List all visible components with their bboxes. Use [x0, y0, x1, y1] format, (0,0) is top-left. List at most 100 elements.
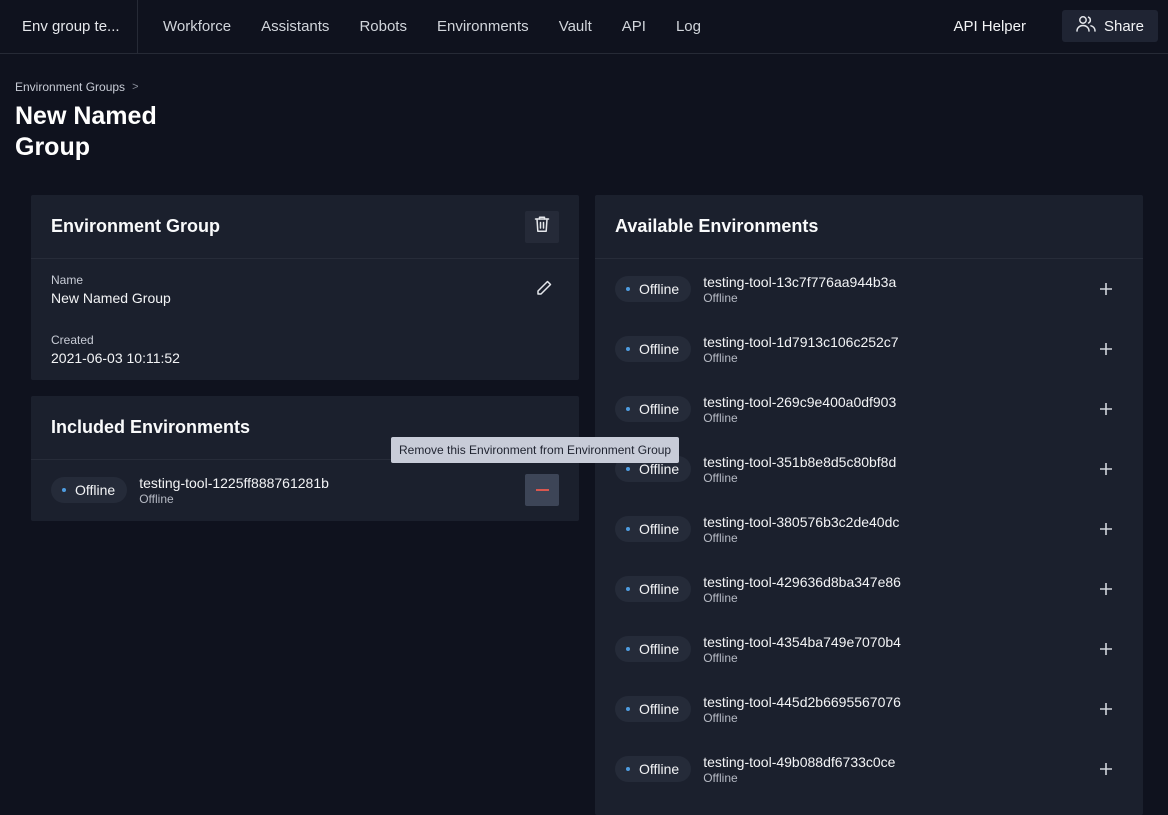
available-env-row: Offline testing-tool-4354ba749e7070b4 Of… [595, 619, 1143, 679]
env-name: testing-tool-445d2b6695567076 [703, 693, 901, 710]
nav-item-environments[interactable]: Environments [437, 18, 529, 35]
plus-icon [1097, 283, 1115, 302]
add-environment-button[interactable] [1097, 340, 1115, 358]
env-info: testing-tool-269c9e400a0df903 Offline [703, 394, 896, 425]
status-dot-icon [62, 488, 66, 492]
env-substatus: Offline [139, 491, 174, 506]
card-header: Available Environments [595, 195, 1143, 259]
nav-item-api[interactable]: API [622, 18, 646, 35]
included-env-row: Offline testing-tool-1225ff888761281b Of… [31, 460, 579, 520]
env-name: testing-tool-49b088df6733c0ce [703, 753, 896, 770]
env-info: testing-tool-445d2b6695567076 Offline [703, 694, 901, 725]
add-environment-button[interactable] [1097, 580, 1115, 598]
card-title: Included Environments [51, 417, 251, 437]
plus-icon [1097, 403, 1115, 422]
created-label: Created [51, 333, 94, 347]
status-dot-icon [626, 287, 630, 291]
env-info: testing-tool-429636d8ba347e86 Offline [703, 574, 901, 605]
add-environment-button[interactable] [1097, 520, 1115, 538]
available-env-row: Offline testing-tool-269c9e400a0df903 Of… [595, 379, 1143, 439]
env-name: testing-tool-1225ff888761281b [139, 474, 329, 491]
environment-group-card: Environment Group Name New Named Group C… [31, 195, 579, 380]
env-info: testing-tool-351b8e8d5c80bf8d Offline [703, 454, 896, 485]
available-env-row: Offline testing-tool-380576b3c2de40dc Of… [595, 499, 1143, 559]
status-label: Offline [639, 701, 680, 717]
card-title: Environment Group [51, 216, 221, 236]
remove-environment-button[interactable] [525, 474, 559, 506]
add-environment-button[interactable] [1097, 400, 1115, 418]
status-badge: Offline [615, 276, 692, 302]
status-dot-icon [626, 647, 630, 651]
env-substatus: Offline [703, 530, 738, 545]
plus-icon [1097, 703, 1115, 722]
status-dot-icon [626, 407, 630, 411]
pencil-icon [535, 280, 553, 301]
status-label: Offline [639, 641, 680, 657]
nav-items: Workforce Assistants Robots Environments… [163, 18, 731, 35]
status-dot-icon [626, 347, 630, 351]
env-name: testing-tool-4354ba749e7070b4 [703, 633, 901, 650]
env-name: testing-tool-269c9e400a0df903 [703, 393, 897, 410]
status-badge: Offline [615, 336, 692, 362]
status-badge: Offline [615, 576, 692, 602]
status-label: Offline [75, 482, 116, 498]
nav-item-robots[interactable]: Robots [359, 18, 407, 35]
add-environment-button[interactable] [1097, 460, 1115, 478]
name-label: Name [51, 273, 84, 287]
env-name: testing-tool-429636d8ba347e86 [703, 573, 901, 590]
available-env-row: Offline testing-tool-49b088df6733c0ce Of… [595, 739, 1143, 799]
add-environment-button[interactable] [1097, 760, 1115, 778]
status-label: Offline [639, 521, 680, 537]
available-env-row: Offline testing-tool-445d2b6695567076 Of… [595, 679, 1143, 739]
env-substatus: Offline [703, 650, 738, 665]
env-substatus: Offline [703, 470, 738, 485]
status-label: Offline [639, 461, 680, 477]
env-info: testing-tool-49b088df6733c0ce Offline [703, 754, 895, 785]
status-dot-icon [626, 467, 630, 471]
status-dot-icon [626, 587, 630, 591]
name-value: New Named Group [51, 290, 171, 306]
env-substatus: Offline [703, 590, 738, 605]
status-label: Offline [639, 341, 680, 357]
env-info: testing-tool-13c7f776aa944b3a Offline [703, 274, 896, 305]
created-value: 2021-06-03 10:11:52 [51, 350, 180, 366]
status-badge: Offline [615, 396, 692, 422]
breadcrumb-environment-groups[interactable]: Environment Groups [15, 80, 125, 94]
edit-name-button[interactable] [535, 279, 553, 302]
status-badge: Offline [615, 696, 692, 722]
app-title[interactable]: Env group te... [0, 0, 138, 53]
status-dot-icon [626, 527, 630, 531]
add-environment-button[interactable] [1097, 700, 1115, 718]
env-name: testing-tool-1d7913c106c252c7 [703, 333, 899, 350]
status-label: Offline [639, 761, 680, 777]
plus-icon [1097, 523, 1115, 542]
available-env-list: Offline testing-tool-13c7f776aa944b3a Of… [595, 259, 1143, 799]
env-info: testing-tool-1d7913c106c252c7 Offline [703, 334, 898, 365]
page-title: New Named Group [15, 102, 157, 161]
available-env-row: Offline testing-tool-13c7f776aa944b3a Of… [595, 259, 1143, 319]
available-environments-card: Available Environments Offline testing-t… [595, 195, 1143, 815]
share-button[interactable]: Share [1062, 10, 1158, 42]
nav-item-workforce[interactable]: Workforce [163, 18, 231, 35]
nav-item-assistants[interactable]: Assistants [261, 18, 329, 35]
env-substatus: Offline [703, 770, 738, 785]
plus-icon [1097, 583, 1115, 602]
plus-icon [1097, 763, 1115, 782]
remove-tooltip: Remove this Environment from Environment… [391, 437, 680, 463]
add-environment-button[interactable] [1097, 280, 1115, 298]
env-info: testing-tool-1225ff888761281b Offline [139, 475, 329, 506]
plus-icon [1097, 463, 1115, 482]
status-label: Offline [639, 401, 680, 417]
nav-item-vault[interactable]: Vault [559, 18, 592, 35]
nav-item-log[interactable]: Log [676, 18, 701, 35]
env-substatus: Offline [703, 710, 738, 725]
delete-group-button[interactable] [525, 210, 559, 243]
env-name: testing-tool-13c7f776aa944b3a [703, 273, 897, 290]
status-dot-icon [626, 707, 630, 711]
add-environment-button[interactable] [1097, 640, 1115, 658]
env-substatus: Offline [703, 350, 738, 365]
env-name: testing-tool-351b8e8d5c80bf8d [703, 453, 897, 470]
users-icon [1076, 15, 1104, 37]
api-helper-link[interactable]: API Helper [953, 18, 1026, 35]
card-title: Available Environments [615, 216, 819, 236]
